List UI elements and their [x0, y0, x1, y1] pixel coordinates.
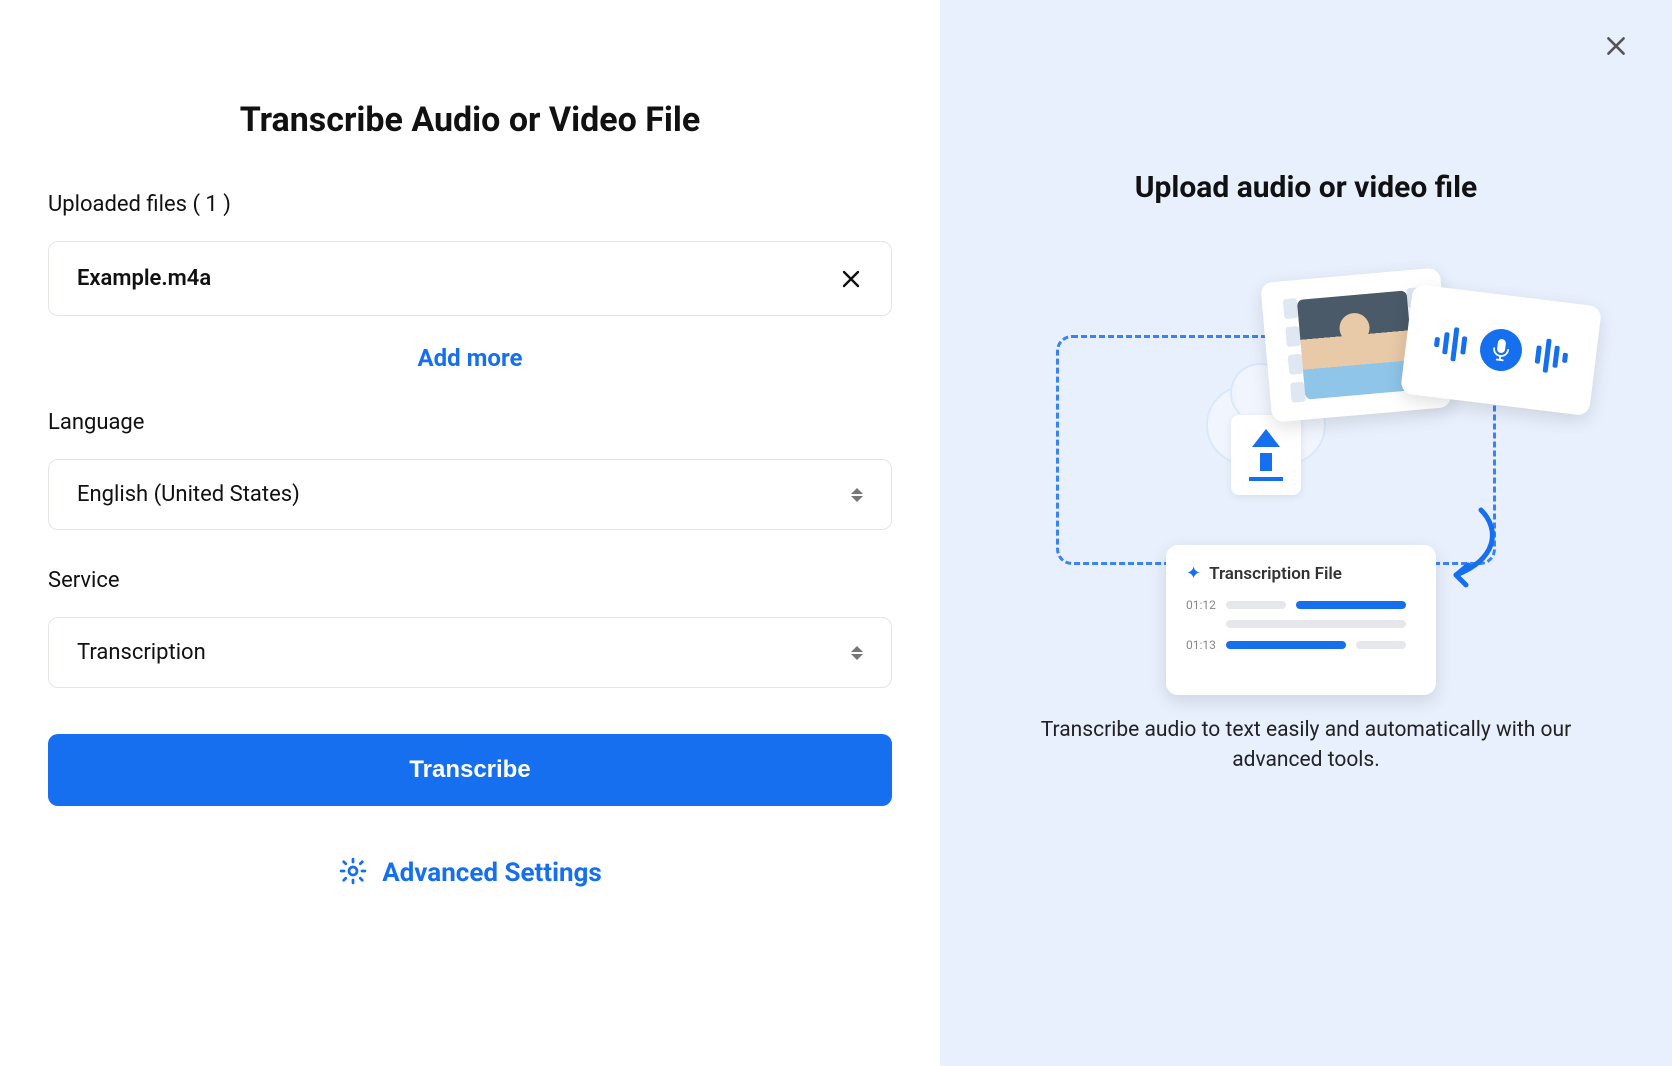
add-more-link[interactable]: Add more — [48, 344, 892, 372]
language-select[interactable]: English (United States) — [48, 459, 892, 530]
service-label: Service — [48, 568, 892, 593]
chevron-updown-icon — [851, 646, 863, 660]
transcription-card-title: Transcription File — [1209, 564, 1342, 584]
advanced-settings-label: Advanced Settings — [382, 858, 602, 888]
sparkle-icon: ✦ — [1186, 563, 1201, 584]
close-button[interactable] — [1598, 28, 1634, 64]
language-label: Language — [48, 410, 892, 435]
microphone-icon — [1478, 327, 1525, 374]
curved-arrow-icon — [1426, 505, 1506, 595]
chevron-updown-icon — [851, 488, 863, 502]
remove-file-icon[interactable] — [839, 267, 863, 291]
service-select[interactable]: Transcription — [48, 617, 892, 688]
info-panel: Upload audio or video file — [940, 0, 1672, 1066]
uploaded-file-row: Example.m4a — [48, 241, 892, 316]
transcribe-button[interactable]: Transcribe — [48, 734, 892, 806]
form-column: Uploaded files ( 1 ) Example.m4a Add mor… — [48, 192, 892, 890]
uploaded-files-label: Uploaded files ( 1 ) — [48, 192, 892, 217]
transcription-card-illustration: ✦ Transcription File 01:12 01:13 — [1166, 545, 1436, 695]
illustration: ✦ Transcription File 01:12 01:13 — [1036, 265, 1576, 665]
language-value: English (United States) — [77, 482, 300, 507]
advanced-settings-link[interactable]: Advanced Settings — [48, 856, 892, 890]
info-title: Upload audio or video file — [1135, 170, 1477, 205]
upload-arrow-icon — [1231, 415, 1301, 495]
timestamp: 01:12 — [1186, 598, 1216, 612]
uploaded-file-name: Example.m4a — [77, 266, 211, 291]
info-caption: Transcribe audio to text easily and auto… — [1016, 715, 1596, 776]
timestamp: 01:13 — [1186, 638, 1216, 652]
gear-icon — [338, 856, 368, 890]
form-panel: Transcribe Audio or Video File Uploaded … — [0, 0, 940, 1066]
page-title: Transcribe Audio or Video File — [240, 100, 701, 140]
audio-card-illustration — [1400, 284, 1602, 416]
service-value: Transcription — [77, 640, 206, 665]
